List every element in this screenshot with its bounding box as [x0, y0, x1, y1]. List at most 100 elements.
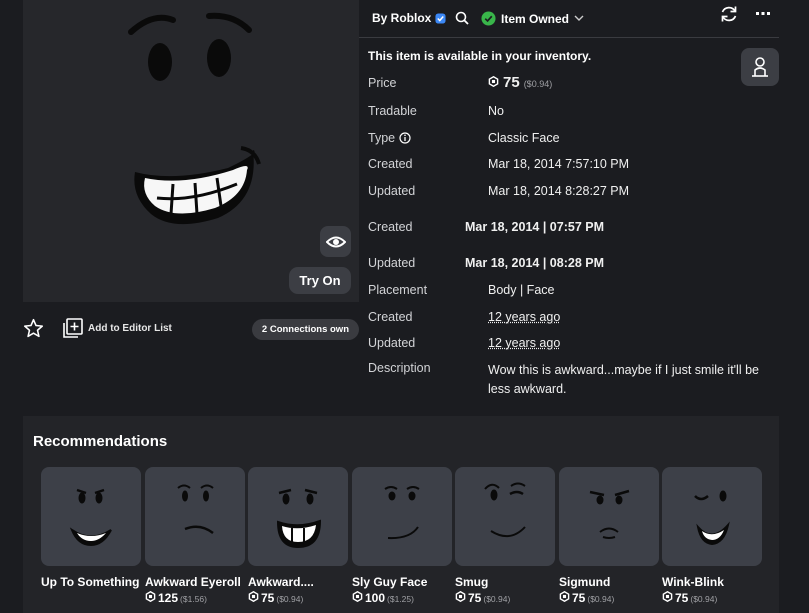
preview-3d-button[interactable] — [320, 226, 351, 257]
recommendation-card[interactable]: Wink-Blink 75 ($0.94) — [662, 467, 762, 605]
robux-icon — [559, 591, 570, 602]
availability-notice: This item is available in your inventory… — [368, 49, 592, 63]
verified-icon — [435, 12, 446, 24]
header-tools — [719, 4, 771, 24]
detail-label: Created — [368, 310, 413, 324]
price-label: Price — [368, 76, 397, 90]
creator-label: By Roblox — [372, 11, 432, 25]
robux-icon — [455, 591, 466, 602]
recommendation-card[interactable]: Up To Something — [41, 467, 141, 591]
recommendation-card[interactable]: Awkward Eyeroll 125 ($1.56) — [145, 467, 245, 605]
detail-label: Placement — [368, 283, 428, 297]
recommendation-card[interactable]: Awkward.... 75 ($0.94) — [248, 467, 348, 605]
robux-icon — [662, 591, 673, 602]
add-to-editor-list-button[interactable]: Add to Editor List — [63, 318, 172, 338]
more-icon[interactable] — [755, 4, 771, 24]
card-price: 75 ($0.94) — [248, 591, 348, 605]
card-name: Sigmund — [559, 575, 611, 589]
avatar-icon — [752, 57, 768, 77]
recommendation-card[interactable]: Sigmund 75 ($0.94) — [559, 467, 659, 605]
card-thumbnail — [455, 467, 555, 566]
card-price-amount: 75 — [468, 591, 482, 605]
card-price-usd: ($0.94) — [483, 594, 511, 604]
card-price: 100 ($1.25) — [352, 591, 452, 605]
card-thumbnail — [662, 467, 762, 566]
detail-value: Mar 18, 2014 7:57:10 PM — [488, 157, 630, 171]
card-price: 125 ($1.56) — [145, 591, 245, 605]
detail-value[interactable]: 12 years ago — [488, 336, 560, 350]
card-price-amount: 125 — [158, 591, 179, 605]
card-price-amount: 75 — [675, 591, 689, 605]
card-thumbnail — [352, 467, 452, 566]
item-owned-dropdown[interactable]: Item Owned — [481, 11, 584, 26]
item-header: By Roblox Item Owned — [359, 0, 779, 38]
item-preview: Try On — [23, 0, 359, 302]
detail-label: Type — [368, 131, 411, 145]
robux-icon — [145, 591, 156, 602]
card-thumbnail — [145, 467, 245, 566]
card-price-usd: ($1.56) — [180, 594, 207, 604]
detail-value: Mar 18, 2014 | 08:28 PM — [465, 256, 604, 270]
card-price: 75 ($0.94) — [559, 591, 659, 605]
item-thumbnail — [128, 12, 261, 225]
card-name: Awkward.... — [248, 575, 314, 589]
star-icon[interactable] — [23, 318, 44, 339]
price-amount: 75 — [503, 74, 520, 91]
card-price: 75 ($0.94) — [662, 591, 762, 605]
card-name: Up To Something — [41, 575, 140, 589]
chevron-down-icon — [574, 15, 584, 21]
card-thumbnail — [559, 467, 659, 566]
card-price-usd: ($0.94) — [587, 594, 615, 604]
card-name: Smug — [455, 575, 489, 589]
eye-icon — [325, 236, 346, 247]
recommendations-section: Recommendations Up To Something Awkward … — [23, 416, 779, 613]
recommendation-card[interactable]: Smug 75 ($0.94) — [455, 467, 555, 605]
avatar-button[interactable] — [741, 48, 779, 86]
item-owned-label: Item Owned — [501, 11, 570, 26]
card-price-usd: ($0.94) — [690, 594, 718, 604]
card-price-usd: ($0.94) — [276, 594, 304, 604]
detail-label: Tradable — [368, 104, 417, 118]
detail-value: Mar 18, 2014 | 07:57 PM — [465, 220, 604, 234]
price-value: 75 ($0.94) — [488, 74, 552, 91]
card-price: 75 ($0.94) — [455, 591, 555, 605]
card-name: Sly Guy Face — [352, 575, 428, 589]
robux-icon — [248, 591, 259, 602]
try-on-button[interactable]: Try On — [289, 267, 351, 294]
detail-value: No — [488, 104, 504, 118]
card-thumbnail — [41, 467, 141, 566]
search-icon[interactable] — [455, 11, 469, 25]
price-usd: ($0.94) — [523, 79, 553, 89]
add-to-editor-list-label: Add to Editor List — [88, 322, 172, 334]
robux-icon — [488, 76, 499, 87]
info-icon[interactable] — [399, 132, 411, 144]
recommendations-title: Recommendations — [33, 433, 168, 450]
card-price-usd: ($1.25) — [387, 594, 414, 604]
robux-icon — [352, 591, 363, 602]
card-name: Wink-Blink — [662, 575, 724, 589]
card-thumbnail — [248, 467, 348, 566]
detail-label: Updated — [368, 336, 416, 350]
detail-value: Mar 18, 2014 8:28:27 PM — [488, 184, 630, 198]
add-list-icon — [63, 318, 83, 338]
recommendation-card[interactable]: Sly Guy Face 100 ($1.25) — [352, 467, 452, 605]
creator-link[interactable]: By Roblox — [372, 11, 469, 25]
card-name: Awkward Eyeroll — [145, 575, 241, 589]
detail-value: Classic Face — [488, 131, 560, 145]
detail-label: Created — [368, 157, 413, 171]
item-actions: Add to Editor List 2 Connections own — [23, 316, 359, 342]
type-label: Type — [368, 131, 396, 145]
card-price-amount: 100 — [365, 591, 386, 605]
refresh-icon[interactable] — [719, 4, 739, 24]
detail-label: Updated — [368, 256, 416, 270]
card-price-amount: 75 — [261, 591, 275, 605]
detail-label: Updated — [368, 184, 416, 198]
detail-label: Description — [368, 361, 431, 375]
detail-label: Created — [368, 220, 413, 234]
detail-value: Body | Face — [488, 283, 555, 297]
description-text: Wow this is awkward...maybe if I just sm… — [488, 363, 759, 396]
card-price-amount: 75 — [572, 591, 586, 605]
check-circle-icon — [481, 11, 496, 26]
detail-value[interactable]: 12 years ago — [488, 310, 560, 324]
connections-own-badge[interactable]: 2 Connections own — [251, 319, 359, 340]
